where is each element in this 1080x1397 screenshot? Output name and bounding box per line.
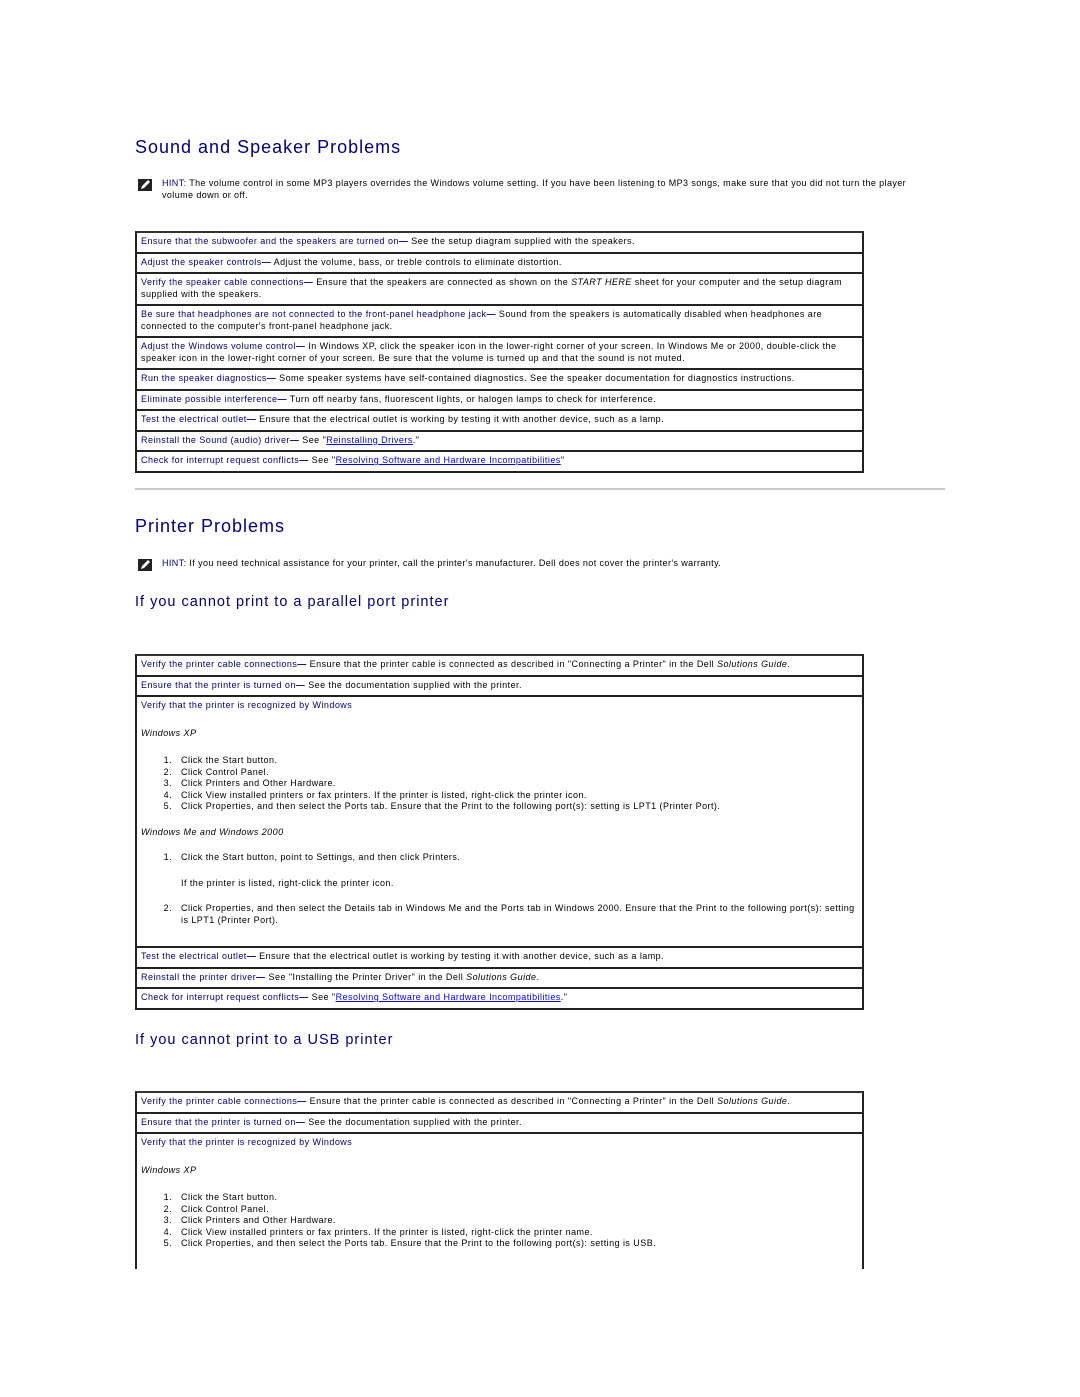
table-row: Verify the printer cable connections— En… [137, 656, 862, 677]
table-row: Test the electrical outlet— Ensure that … [137, 948, 862, 969]
table-row: Adjust the Windows volume control— In Wi… [137, 338, 862, 370]
row-lead: Run the speaker diagnostics [141, 373, 267, 383]
sound-hint: HINT: The volume control in some MP3 pla… [138, 178, 938, 201]
section-divider [135, 488, 945, 490]
list-item: Click Properties, and then select the Po… [175, 1238, 858, 1250]
hint-label: HINT: [162, 178, 187, 188]
parallel-printer-table: Verify the printer cable connections— En… [135, 654, 864, 1010]
row-lead: Reinstall the Sound (audio) driver [141, 434, 290, 445]
row-lead: Be sure that headphones are not connecte… [141, 309, 487, 319]
row-lead: Test the electrical outlet [141, 414, 247, 424]
xp-steps-list: Click the Start button. Click Control Pa… [141, 1192, 858, 1250]
list-item: Click Properties, and then select the De… [175, 903, 858, 926]
table-row: Ensure that the printer is turned on— Se… [137, 677, 862, 697]
table-row: Test the electrical outlet— Ensure that … [137, 411, 862, 432]
table-row: Eliminate possible interference— Turn of… [137, 391, 862, 411]
table-row: Verify the speaker cable connections— En… [137, 274, 862, 306]
table-row: Check for interrupt request conflicts— S… [141, 992, 568, 1002]
table-row: Be sure that headphones are not connecte… [137, 306, 862, 338]
list-item: Click the Start button. [175, 1192, 858, 1204]
list-item: Click Printers and Other Hardware. [175, 1215, 858, 1227]
os-label: Windows XP [141, 727, 197, 738]
row-lead: Adjust the Windows volume control [141, 341, 296, 351]
list-item: Click View installed printers or fax pri… [175, 790, 858, 802]
usb-printer-table: Verify the printer cable connections— En… [135, 1091, 864, 1269]
table-row: Ensure that the subwoofer and the speake… [137, 233, 862, 254]
table-row: Ensure that the printer is turned on— Se… [137, 1114, 862, 1134]
row-lead: Adjust the speaker controls [141, 256, 262, 267]
sound-troubleshooting-table: Ensure that the subwoofer and the speake… [135, 231, 864, 473]
os-label: Windows Me and Windows 2000 [141, 826, 284, 837]
list-item: Click the Start button. [175, 755, 858, 767]
row-lead: Check for interrupt request conflicts [141, 455, 300, 465]
os-label: Windows XP [141, 1164, 197, 1175]
row-lead: Verify the speaker cable connections [141, 277, 304, 287]
list-item: Click Properties, and then select the Po… [175, 801, 858, 813]
list-item: Click Control Panel. [175, 1204, 858, 1216]
hint-text: If you need technical assistance for you… [186, 558, 722, 568]
sound-section-title: Sound and Speaker Problems [135, 137, 402, 157]
pencil-note-icon [138, 179, 152, 191]
xp-steps-list: Click the Start button. Click Control Pa… [141, 755, 858, 813]
table-row: Verify that the printer is recognized by… [137, 1134, 862, 1269]
list-item: Click Printers and Other Hardware. [175, 778, 858, 790]
list-item: Click the Start button, point to Setting… [175, 852, 858, 889]
table-row: Verify that the printer is recognized by… [137, 697, 862, 948]
resolving-incompatibilities-link[interactable]: Resolving Software and Hardware Incompat… [336, 992, 561, 1002]
hint-label: HINT: [162, 558, 187, 568]
parallel-printer-subtitle: If you cannot print to a parallel port p… [135, 594, 450, 610]
list-item: Click View installed printers or fax pri… [175, 1227, 858, 1239]
me-steps-list: Click the Start button, point to Setting… [141, 852, 858, 926]
table-row: Reinstall the printer driver— See "Insta… [137, 969, 862, 989]
list-item: Click Control Panel. [175, 767, 858, 779]
row-lead: Ensure that the subwoofer and the speake… [141, 236, 399, 246]
hint-text: The volume control in some MP3 players o… [162, 178, 907, 200]
row-lead: Eliminate possible interference [141, 393, 278, 404]
printer-hint: HINT: If you need technical assistance f… [138, 558, 938, 571]
table-row: Verify the printer cable connections— En… [137, 1093, 862, 1114]
reinstalling-drivers-link[interactable]: Reinstalling Drivers [326, 435, 413, 445]
table-row: Run the speaker diagnostics— Some speake… [137, 370, 862, 391]
pencil-note-icon [138, 559, 152, 571]
table-row: Adjust the speaker controls— Adjust the … [137, 254, 862, 274]
usb-printer-subtitle: If you cannot print to a USB printer [135, 1032, 394, 1048]
table-row: Reinstall the Sound (audio) driver— See … [137, 432, 862, 452]
table-row: Check for interrupt request conflicts— S… [141, 455, 565, 465]
printer-section-title: Printer Problems [135, 516, 286, 536]
resolving-incompatibilities-link[interactable]: Resolving Software and Hardware Incompat… [336, 455, 561, 465]
